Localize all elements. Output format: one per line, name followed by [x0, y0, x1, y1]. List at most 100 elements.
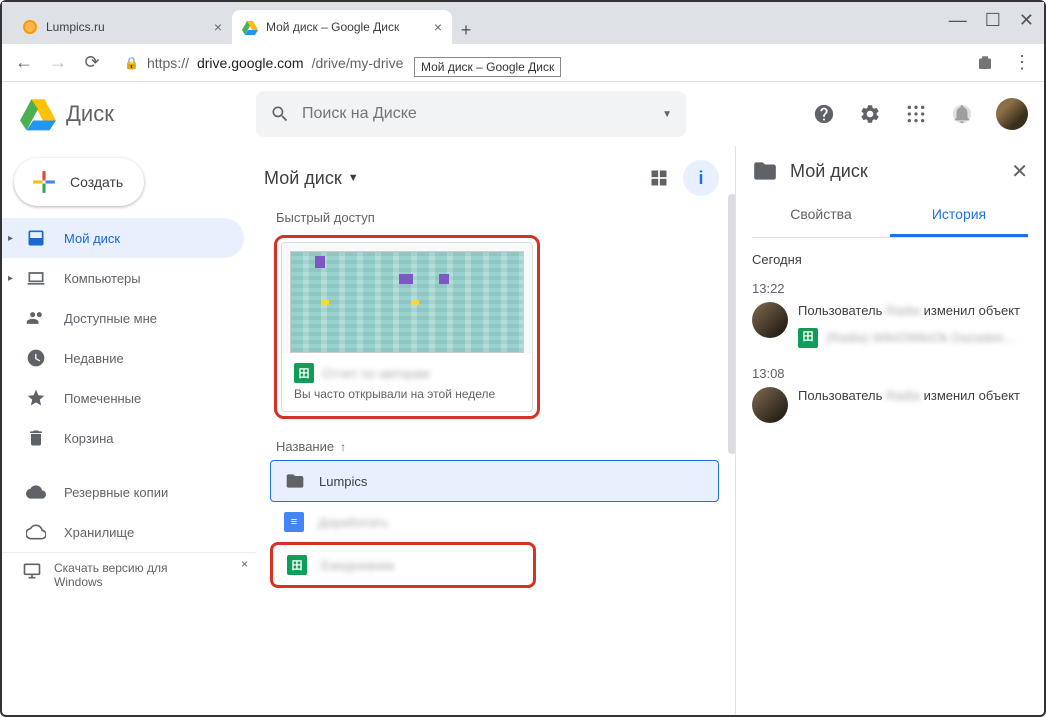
- browser-menu-button[interactable]: ⋮: [1010, 52, 1034, 73]
- search-icon: [270, 104, 290, 124]
- file-name: Доработать: [318, 515, 389, 530]
- nav-label: Компьютеры: [64, 271, 141, 286]
- nav-label: Доступные мне: [64, 311, 157, 326]
- sidebar: Создать ▸ Мой диск ▸ Компьютеры Доступны…: [2, 146, 256, 715]
- forward-button[interactable]: →: [46, 52, 70, 73]
- tab-properties[interactable]: Свойства: [752, 194, 890, 237]
- breadcrumb[interactable]: Мой диск ▼: [264, 168, 359, 189]
- nav-label: Недавние: [64, 351, 124, 366]
- feed-user-name: Radia: [886, 388, 920, 403]
- notifications-icon[interactable]: [950, 102, 974, 126]
- url-host: drive.google.com: [197, 55, 304, 71]
- sidebar-item-storage[interactable]: Хранилище: [2, 512, 244, 552]
- nav-label: Помеченные: [64, 391, 141, 406]
- file-name: Ежедневник: [321, 558, 394, 573]
- browser-tab-lumpics[interactable]: Lumpics.ru ×: [12, 10, 232, 44]
- content: Мой диск ▼ i Быстрый доступ 田: [256, 146, 1044, 715]
- feed-action: изменил объект: [924, 388, 1020, 403]
- cloud-icon: [26, 482, 46, 502]
- create-button-label: Создать: [70, 174, 123, 190]
- search-bar[interactable]: ▼: [256, 91, 686, 137]
- info-button[interactable]: i: [683, 160, 719, 196]
- nav-label: Хранилище: [64, 525, 134, 540]
- sheets-icon: 田: [294, 363, 314, 383]
- account-avatar[interactable]: [996, 98, 1028, 130]
- tab-strip: Lumpics.ru × Мой диск – Google Диск × +: [2, 2, 1044, 44]
- sidebar-item-recent[interactable]: Недавние: [2, 338, 244, 378]
- grid-view-button[interactable]: [649, 168, 669, 188]
- file-row-folder[interactable]: Lumpics: [270, 460, 719, 502]
- window-maximize-button[interactable]: ☐: [985, 10, 1001, 31]
- breadcrumb-label: Мой диск: [264, 168, 342, 189]
- close-icon[interactable]: ×: [241, 557, 248, 571]
- details-tabs: Свойства История: [752, 194, 1028, 238]
- computers-icon: [26, 268, 46, 288]
- my-drive-icon: [26, 228, 46, 248]
- chevron-right-icon: ▸: [8, 233, 13, 244]
- sidebar-item-my-drive[interactable]: ▸ Мой диск: [2, 218, 244, 258]
- sidebar-item-trash[interactable]: Корзина: [2, 418, 244, 458]
- orange-favicon: [22, 19, 38, 35]
- help-icon[interactable]: [812, 102, 836, 126]
- download-drive-app[interactable]: Скачать версию для Windows ×: [2, 552, 256, 597]
- address-bar: ← → ⟳ 🔒 https://drive.google.com/drive/m…: [2, 44, 1044, 82]
- search-options-button[interactable]: ▼: [662, 109, 672, 120]
- file-row-doc[interactable]: ≡ Доработать: [270, 502, 719, 542]
- feed-action: изменил объект: [924, 303, 1020, 318]
- download-text-2: Windows: [54, 575, 167, 589]
- feed-user-name: Radia: [886, 303, 920, 318]
- window-controls: — ☐ ✕: [949, 10, 1034, 31]
- drive-product-name: Диск: [66, 101, 114, 127]
- url-tooltip: Мой диск – Google Диск: [414, 57, 561, 77]
- shared-icon: [26, 308, 46, 328]
- feed-file-link[interactable]: 田 (Radia) WikiOWikiOk Dazadee…: [798, 328, 1020, 348]
- close-icon[interactable]: ×: [434, 19, 442, 35]
- sheets-icon: 田: [287, 555, 307, 575]
- close-icon[interactable]: ×: [214, 19, 222, 35]
- header-actions: [812, 98, 1028, 130]
- star-icon: [26, 388, 46, 408]
- drive-logo[interactable]: Диск: [18, 96, 256, 132]
- sidebar-item-computers[interactable]: ▸ Компьютеры: [2, 258, 244, 298]
- search-input[interactable]: [302, 105, 650, 123]
- url-path: /drive/my-drive: [312, 55, 404, 71]
- drive-favicon: [242, 19, 258, 35]
- extension-icon[interactable]: [976, 54, 1000, 72]
- url-field[interactable]: 🔒 https://drive.google.com/drive/my-driv…: [114, 51, 966, 75]
- quick-card-title: Отчет по авторам: [322, 366, 429, 381]
- content-main: Мой диск ▼ i Быстрый доступ 田: [256, 146, 736, 715]
- settings-icon[interactable]: [858, 102, 882, 126]
- feed-file-name: (Radia) WikiOWikiOk Dazadee…: [826, 329, 1017, 347]
- details-panel: Мой диск ✕ Свойства История Сегодня 13:2…: [736, 146, 1044, 715]
- back-button[interactable]: ←: [12, 52, 36, 73]
- apps-icon[interactable]: [904, 102, 928, 126]
- browser-tab-drive[interactable]: Мой диск – Google Диск ×: [232, 10, 452, 44]
- sidebar-item-starred[interactable]: Помеченные: [2, 378, 244, 418]
- list-sort-header[interactable]: Название ↑: [264, 433, 719, 460]
- window-minimize-button[interactable]: —: [949, 10, 967, 31]
- sidebar-item-shared[interactable]: Доступные мне: [2, 298, 244, 338]
- tab-title: Мой диск – Google Диск: [266, 20, 399, 34]
- file-list: Название ↑ Lumpics ≡ Доработать 田 Ежедне…: [264, 433, 719, 588]
- file-name: Lumpics: [319, 474, 367, 489]
- nav-label: Корзина: [64, 431, 114, 446]
- quick-thumbnail: [282, 243, 532, 353]
- scrollbar[interactable]: [728, 194, 736, 454]
- close-details-button[interactable]: ✕: [1011, 159, 1028, 184]
- window-close-button[interactable]: ✕: [1019, 10, 1034, 31]
- trash-icon: [26, 428, 46, 448]
- reload-button[interactable]: ⟳: [80, 52, 104, 73]
- quick-card-subtitle: Вы часто открывали на этой неделе: [294, 387, 520, 401]
- feed-time: 13:08: [752, 366, 1028, 381]
- quick-access-card[interactable]: 田 Отчет по авторам Вы часто открывали на…: [274, 235, 540, 419]
- file-row-sheet[interactable]: 田 Ежедневник: [270, 542, 536, 588]
- folder-icon: [285, 471, 305, 491]
- url-prefix: https://: [147, 55, 189, 71]
- docs-icon: ≡: [284, 512, 304, 532]
- create-button[interactable]: Создать: [14, 158, 144, 206]
- plus-icon: [30, 168, 58, 196]
- sidebar-item-backups[interactable]: Резервные копии: [2, 472, 244, 512]
- tab-history[interactable]: История: [890, 194, 1028, 237]
- new-tab-button[interactable]: +: [452, 16, 480, 44]
- recent-icon: [26, 348, 46, 368]
